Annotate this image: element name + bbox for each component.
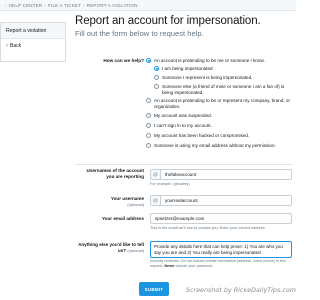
email-hint: This is the email we'll use to contact y… [150,226,266,230]
radio-option-hacked[interactable]: My account has been hacked or compromise… [146,133,292,139]
radio-label: I can't sign in to my account. [154,123,212,128]
security-note: Security reminder: Do not include privat… [150,259,290,268]
back-link[interactable]: ‹ Back [1,39,65,53]
radio-label: An account is pretending to be me or som… [154,58,265,63]
email-label: Your email address [101,216,144,221]
radio-button[interactable] [146,123,151,129]
breadcrumb-file-ticket[interactable]: File a ticket [48,3,81,8]
radio-button[interactable] [146,133,151,139]
page-subtitle: Fill out the form below to request help. [75,29,204,38]
security-note-bold: Never [164,263,175,268]
radio-button[interactable] [146,143,151,149]
radio-option-someone-i-represent[interactable]: Someone I represent is being impersonate… [154,75,292,81]
divider [75,164,293,165]
at-sign-icon: @ [151,170,161,179]
radio-option-suspended[interactable]: My account was suspended. [146,113,292,119]
page-header: Report an account for impersonation. Fil… [75,14,293,39]
chevron-right-icon: › [83,2,85,8]
chevron-left-icon: ‹ [6,43,8,49]
details-textarea[interactable]: Provide any details here that can help p… [150,241,292,258]
submit-button[interactable]: SUBMIT [139,282,169,296]
radio-button[interactable] [146,113,151,119]
breadcrumb-report-violation[interactable]: Report a violation [87,3,138,8]
username-input[interactable]: @ yourrealaccount [150,195,292,206]
radio-label: Someone is using my email address withou… [154,143,276,148]
username-optional-text: (optional) [127,201,144,207]
sidebar: Report a violation ‹ Back [0,22,66,62]
radio-label: Someone I represent is being impersonate… [162,75,253,80]
radio-option-me-impersonated[interactable]: I am being impersonated [154,66,292,72]
chevron-right-icon: › [44,2,47,8]
breadcrumb-help-center[interactable]: Help Center [9,3,43,8]
radio-label: An account is pretending to be or repres… [154,98,291,109]
help-question-label: How can we help? [103,58,144,63]
reported-account-value: thefakeaccount [165,172,197,177]
chevron-right-icon: › [5,2,7,8]
radio-label: My account has been hacked or compromise… [154,133,250,138]
watermark: Screenshot by RickeDailyTips.com [185,286,296,294]
email-value: spsetzer@example.com [155,216,205,221]
security-note-tail: include your password. [175,263,214,268]
details-optional-text: (optional) [127,247,144,253]
username-label-text: Your username [110,196,144,201]
radio-option-someone-else[interactable]: Someone else (a friend of mine or someon… [154,84,292,95]
radio-button[interactable] [154,66,159,72]
radio-label: I am being impersonated [162,66,213,71]
radio-label: Someone else (a friend of mine or someon… [162,84,285,95]
email-field[interactable]: spsetzer@example.com [150,213,292,224]
radio-label: My account was suspended. [154,113,212,118]
radio-button[interactable] [146,98,151,104]
back-label: Back [10,43,22,49]
breadcrumb: › Help Center › File a ticket › Report a… [0,0,296,11]
radio-button[interactable] [154,84,159,90]
username-value: yourrealaccount [165,198,198,203]
details-label: Anything else you'd like to tell us? (op… [78,242,144,253]
reported-account-hint: For example, (@safety) [150,182,190,186]
reported-account-input[interactable]: @ thefakeaccount [150,169,292,180]
sidebar-title: Report a violation [1,23,65,39]
reported-account-label: Usernames of the account you are reporti… [86,168,144,179]
username-label: Your username (optional) [78,196,144,207]
at-sign-icon: @ [151,196,161,205]
page-title: Report an account for impersonation. [75,15,261,27]
radio-option-cant-sign-in[interactable]: I can't sign in to my account. [146,123,292,129]
radio-option-pretending-known[interactable]: An account is pretending to be me or som… [146,58,292,64]
radio-button[interactable] [146,58,151,64]
radio-option-email-misuse[interactable]: Someone is using my email address withou… [146,143,292,149]
radio-button[interactable] [154,75,159,81]
radio-option-company-brand[interactable]: An account is pretending to be or repres… [146,98,292,109]
